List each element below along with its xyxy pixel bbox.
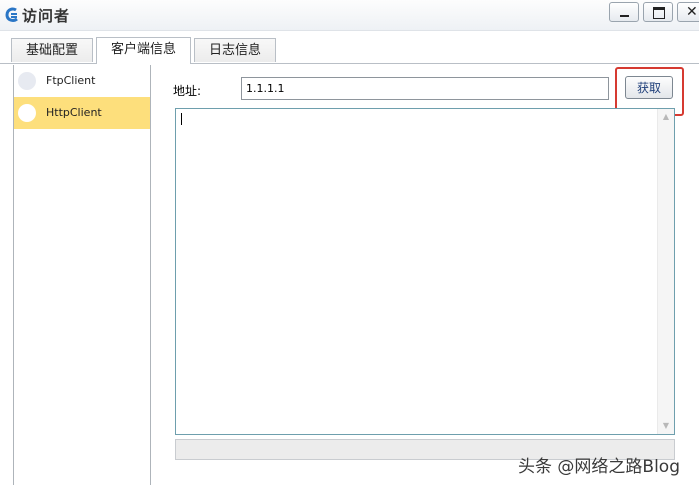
minimize-button[interactable] bbox=[609, 2, 639, 22]
sidebar-item-httpclient[interactable]: HttpClient bbox=[14, 97, 150, 129]
close-button[interactable]: ✕ bbox=[677, 2, 699, 22]
tab-log-info[interactable]: 日志信息 bbox=[194, 38, 277, 62]
window-controls: ✕ bbox=[605, 2, 699, 24]
close-icon: ✕ bbox=[686, 4, 698, 20]
app-logo-icon bbox=[5, 7, 18, 22]
tab-basic-config[interactable]: 基础配置 bbox=[11, 38, 94, 62]
address-input[interactable] bbox=[241, 77, 609, 100]
sidebar-item-ftpclient[interactable]: FtpClient bbox=[14, 65, 150, 97]
sidebar-item-label: HttpClient bbox=[46, 106, 102, 119]
text-caret bbox=[181, 113, 182, 125]
tab-bar: 基础配置 客户端信息 日志信息 bbox=[11, 37, 279, 64]
watermark: 头条 @网络之路Blog bbox=[518, 457, 680, 477]
scroll-down-icon[interactable]: ▼ bbox=[661, 421, 671, 431]
response-output-area[interactable]: ▲ ▼ bbox=[175, 108, 675, 435]
maximize-icon bbox=[653, 7, 665, 19]
fetch-button[interactable]: 获取 bbox=[625, 76, 673, 99]
sidebar-item-label: FtpClient bbox=[46, 74, 96, 87]
address-label: 地址: bbox=[173, 84, 202, 98]
vertical-scrollbar[interactable]: ▲ ▼ bbox=[657, 109, 674, 434]
client-bullet-icon bbox=[18, 72, 36, 90]
minimize-icon bbox=[620, 15, 629, 17]
client-bullet-icon bbox=[18, 104, 36, 122]
scroll-up-icon[interactable]: ▲ bbox=[661, 112, 671, 122]
maximize-button[interactable] bbox=[643, 2, 673, 22]
tab-client-info[interactable]: 客户端信息 bbox=[96, 37, 192, 64]
client-list: FtpClient HttpClient bbox=[13, 65, 151, 485]
title-bar: 访问者 ✕ bbox=[0, 0, 699, 31]
window-title: 访问者 bbox=[22, 7, 71, 25]
